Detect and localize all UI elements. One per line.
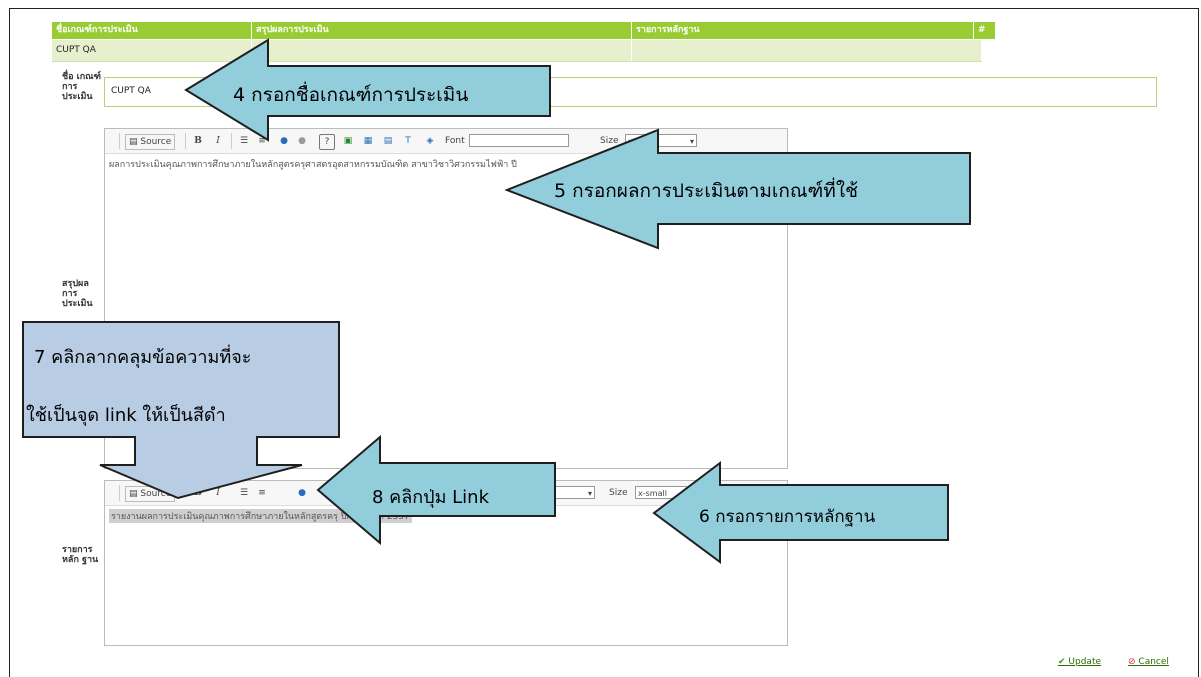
annotation-8: 8 คลิกปุ่ม Link: [372, 487, 490, 508]
annotation-4: 4 กรอกชื่อเกณฑ์การประเมิน: [233, 84, 469, 106]
annotation-7-line1: 7 คลิกลากคลุมข้อความที่จะ: [34, 347, 252, 368]
annotation-5: 5 กรอกผลการประเมินตามเกณฑ์ที่ใช้: [554, 180, 859, 202]
annotation-7-line2: ใช้เป็นจุด link ให้เป็นสีดำ: [26, 405, 226, 426]
annotation-6: 6 กรอกรายการหลักฐาน: [699, 507, 876, 527]
annotation-layer: [22, 38, 971, 564]
